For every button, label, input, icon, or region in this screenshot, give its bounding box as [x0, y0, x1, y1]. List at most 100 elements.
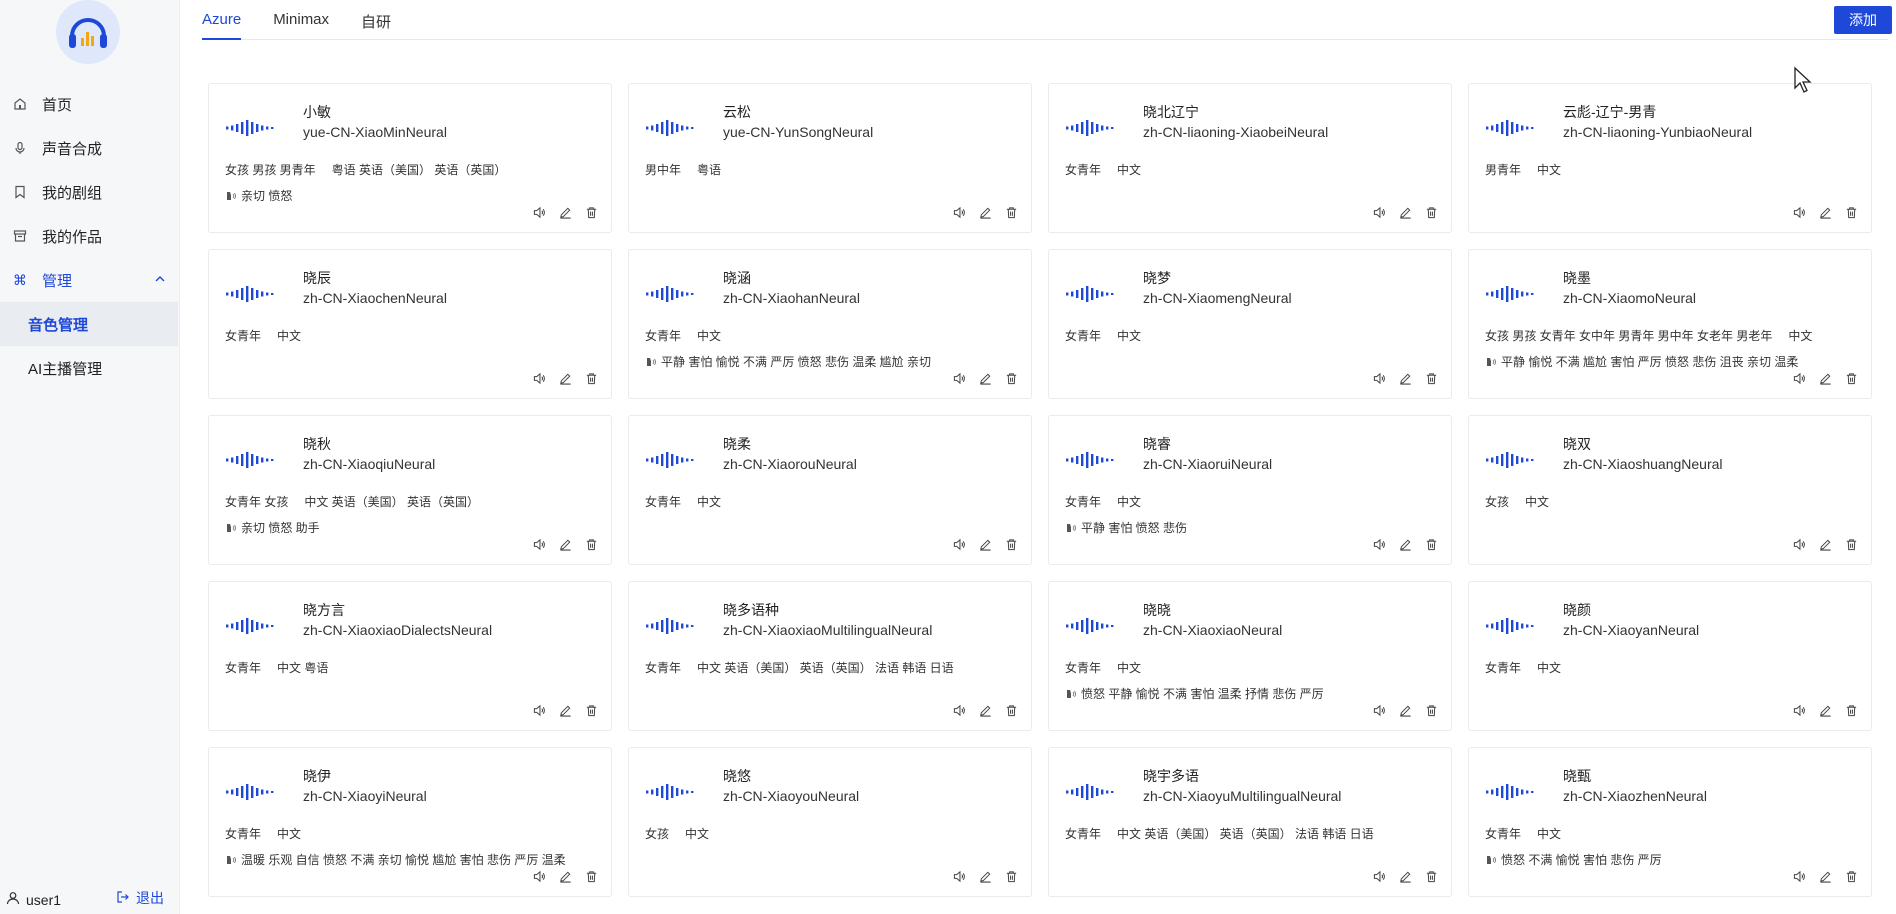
trash-icon	[1846, 372, 1856, 384]
play-voice-button[interactable]	[531, 536, 547, 552]
delete-voice-button[interactable]	[1423, 536, 1439, 552]
play-voice-button[interactable]	[951, 204, 967, 220]
voice-emotions-text: 平静 害怕 愤怒 悲伤	[1081, 521, 1188, 535]
play-voice-button[interactable]	[951, 868, 967, 884]
speaker-icon	[1373, 372, 1385, 384]
delete-voice-button[interactable]	[1423, 868, 1439, 884]
play-voice-button[interactable]	[1791, 204, 1807, 220]
play-voice-button[interactable]	[531, 702, 547, 718]
sidebar-group-manage[interactable]: ⌘ 管理	[0, 258, 180, 302]
sidebar-item-voice-manage[interactable]: 音色管理	[0, 302, 178, 346]
speaker-icon	[953, 372, 965, 384]
delete-voice-button[interactable]	[583, 702, 599, 718]
pencil-icon	[559, 871, 571, 883]
play-voice-button[interactable]	[951, 536, 967, 552]
edit-voice-button[interactable]	[1397, 204, 1413, 220]
edit-voice-button[interactable]	[1397, 702, 1413, 718]
sidebar-item-works[interactable]: 我的作品	[0, 214, 180, 258]
delete-voice-button[interactable]	[1003, 702, 1019, 718]
edit-voice-button[interactable]	[1817, 204, 1833, 220]
tab-minimax[interactable]: Minimax	[273, 0, 329, 40]
edit-voice-button[interactable]	[557, 536, 573, 552]
voice-name: 晓睿	[1143, 436, 1171, 452]
delete-voice-button[interactable]	[1003, 204, 1019, 220]
edit-voice-button[interactable]	[977, 868, 993, 884]
voice-card: 晓悠 zh-CN-XiaoyouNeural 女孩 中文	[628, 747, 1032, 897]
speaking-head-icon	[645, 356, 657, 373]
speaker-icon	[533, 704, 545, 716]
bookmark-icon	[10, 182, 30, 202]
pencil-icon	[1819, 705, 1831, 717]
trash-icon	[1006, 206, 1016, 218]
play-voice-button[interactable]	[1371, 536, 1387, 552]
sidebar-item-synthesis[interactable]: 声音合成	[0, 126, 180, 170]
voice-languages: 中文	[1117, 163, 1142, 177]
delete-voice-button[interactable]	[583, 868, 599, 884]
delete-voice-button[interactable]	[1423, 702, 1439, 718]
voice-waveform-icon	[1486, 784, 1534, 800]
delete-voice-button[interactable]	[1843, 204, 1859, 220]
voice-tags: 女青年 中文	[645, 327, 721, 344]
voice-tags: 女青年 中文 粤语	[225, 659, 328, 676]
play-voice-button[interactable]	[1791, 868, 1807, 884]
edit-voice-button[interactable]	[977, 204, 993, 220]
voice-name: 晓宇多语	[1143, 768, 1199, 784]
edit-voice-button[interactable]	[1817, 868, 1833, 884]
tab-self-developed[interactable]: 自研	[361, 0, 391, 40]
edit-voice-button[interactable]	[1817, 370, 1833, 386]
delete-voice-button[interactable]	[1003, 370, 1019, 386]
play-voice-button[interactable]	[1371, 204, 1387, 220]
delete-voice-button[interactable]	[583, 536, 599, 552]
edit-voice-button[interactable]	[977, 370, 993, 386]
provider-tabs: Azure Minimax 自研	[202, 0, 1888, 40]
delete-voice-button[interactable]	[1843, 702, 1859, 718]
voice-roles: 女孩	[1485, 495, 1510, 509]
play-voice-button[interactable]	[951, 370, 967, 386]
voice-card: 晓墨 zh-CN-XiaomoNeural 女孩 男孩 女青年 女中年 男青年 男中…	[1468, 249, 1872, 399]
voice-name: 晓晓	[1143, 602, 1171, 618]
user-icon	[6, 891, 20, 908]
sidebar-item-crew[interactable]: 我的剧组	[0, 170, 180, 214]
add-button[interactable]: 添加	[1834, 6, 1892, 34]
delete-voice-button[interactable]	[1423, 370, 1439, 386]
edit-voice-button[interactable]	[1817, 536, 1833, 552]
logout-button[interactable]: 退出	[116, 888, 164, 908]
delete-voice-button[interactable]	[583, 370, 599, 386]
play-voice-button[interactable]	[1791, 702, 1807, 718]
play-voice-button[interactable]	[1371, 702, 1387, 718]
trash-icon	[1006, 870, 1016, 882]
edit-voice-button[interactable]	[557, 204, 573, 220]
delete-voice-button[interactable]	[1843, 536, 1859, 552]
play-voice-button[interactable]	[1371, 868, 1387, 884]
tab-azure[interactable]: Azure	[202, 0, 242, 40]
edit-voice-button[interactable]	[1397, 536, 1413, 552]
edit-voice-button[interactable]	[1397, 868, 1413, 884]
edit-voice-button[interactable]	[1817, 702, 1833, 718]
play-voice-button[interactable]	[531, 204, 547, 220]
delete-voice-button[interactable]	[583, 204, 599, 220]
delete-voice-button[interactable]	[1843, 868, 1859, 884]
play-voice-button[interactable]	[1371, 370, 1387, 386]
edit-voice-button[interactable]	[557, 702, 573, 718]
delete-voice-button[interactable]	[1003, 868, 1019, 884]
play-voice-button[interactable]	[951, 702, 967, 718]
edit-voice-button[interactable]	[977, 536, 993, 552]
play-voice-button[interactable]	[1791, 536, 1807, 552]
play-voice-button[interactable]	[531, 370, 547, 386]
delete-voice-button[interactable]	[1003, 536, 1019, 552]
sidebar-item-ai-anchor-manage[interactable]: AI主播管理	[0, 346, 180, 390]
edit-voice-button[interactable]	[1397, 370, 1413, 386]
edit-voice-button[interactable]	[977, 702, 993, 718]
delete-voice-button[interactable]	[1843, 370, 1859, 386]
voice-languages: 中文	[1525, 495, 1550, 509]
delete-voice-button[interactable]	[1423, 204, 1439, 220]
edit-voice-button[interactable]	[557, 370, 573, 386]
card-actions	[1361, 370, 1439, 386]
edit-voice-button[interactable]	[557, 868, 573, 884]
card-actions	[941, 536, 1019, 552]
play-voice-button[interactable]	[1791, 370, 1807, 386]
play-voice-button[interactable]	[531, 868, 547, 884]
sidebar-item-home[interactable]: 首页	[0, 82, 180, 126]
voice-name: 晓双	[1563, 436, 1591, 452]
logout-icon	[116, 890, 130, 907]
